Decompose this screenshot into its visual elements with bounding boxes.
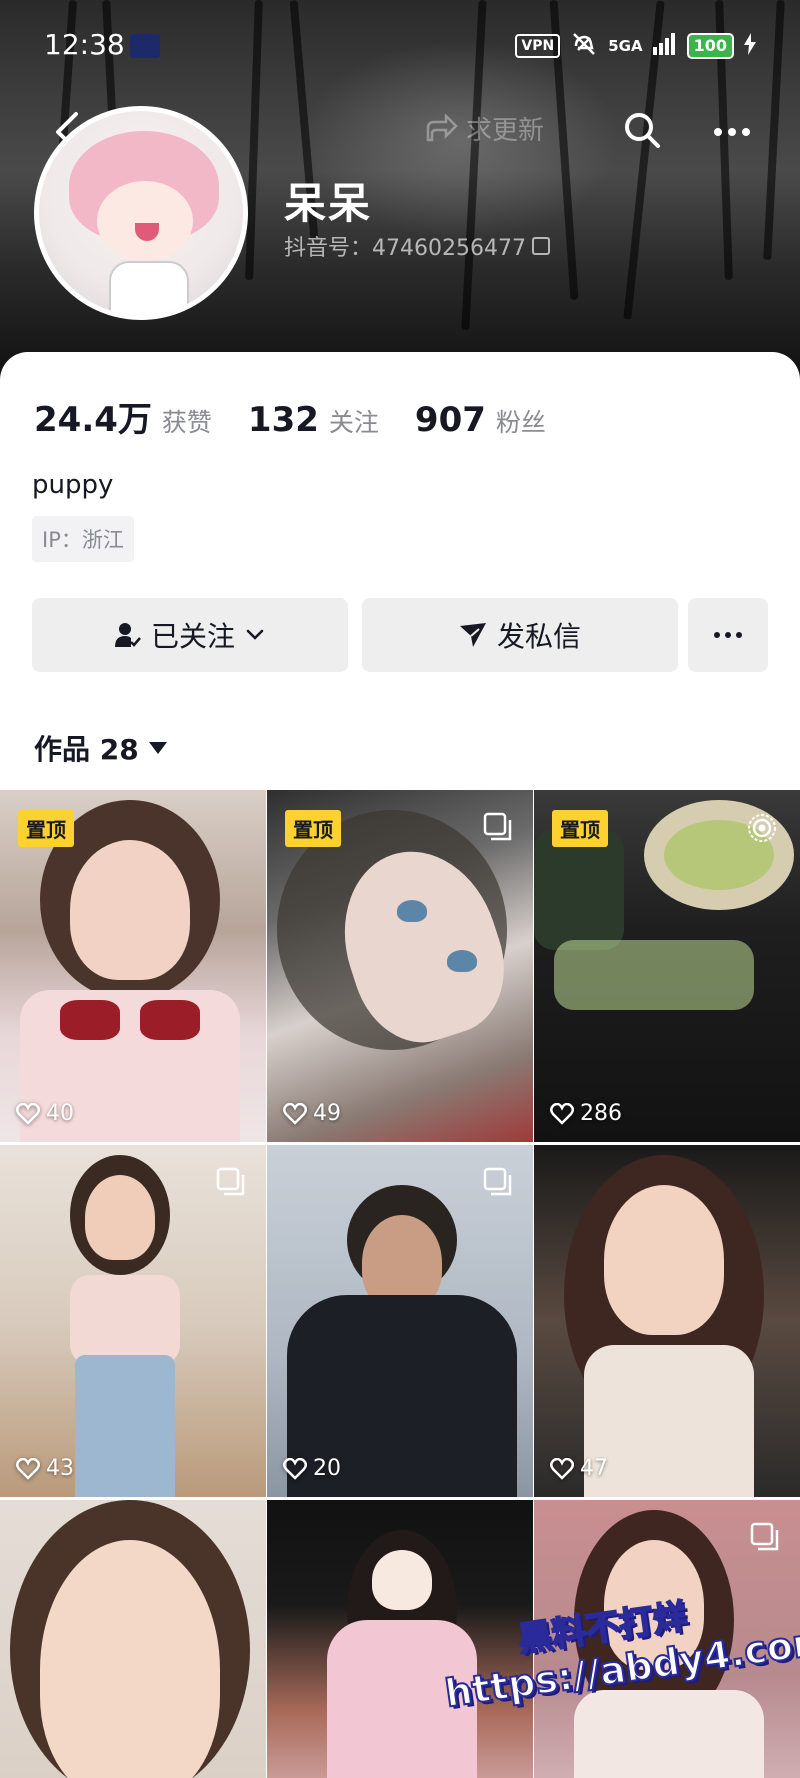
share-icon xyxy=(426,113,458,141)
live-photo-icon xyxy=(748,814,776,842)
app-notification-icon xyxy=(130,34,160,58)
grid-item[interactable]: 43 xyxy=(0,1145,266,1497)
stat-label: 获赞 xyxy=(161,408,212,437)
profile-stats: 24.4万 获赞 132 关注 907 粉丝 xyxy=(34,392,582,441)
status-bar: 12:38 VPN 5GA 100 xyxy=(0,24,800,68)
like-count: 43 xyxy=(16,1456,74,1481)
vpn-badge: VPN xyxy=(515,34,561,58)
like-value: 40 xyxy=(46,1101,74,1126)
nickname: 呆呆 xyxy=(284,179,373,228)
network-label: 5GA xyxy=(608,37,643,55)
more-dots-icon xyxy=(714,128,750,136)
bio: puppy xyxy=(32,470,114,500)
like-count: 20 xyxy=(283,1456,341,1481)
like-value: 43 xyxy=(46,1456,74,1481)
message-label: 发私信 xyxy=(496,620,581,653)
ip-location-tag: IP：浙江 xyxy=(32,516,134,562)
like-count: 47 xyxy=(550,1456,608,1481)
user-check-icon xyxy=(114,623,141,647)
multi-image-icon xyxy=(750,1522,779,1551)
follow-button[interactable]: 已关注 xyxy=(32,598,348,672)
stat-value: 132 xyxy=(247,400,319,440)
like-value: 286 xyxy=(580,1101,622,1126)
like-count: 49 xyxy=(283,1101,341,1126)
heart-icon xyxy=(550,1102,574,1125)
grid-item[interactable]: 置顶 40 xyxy=(0,790,266,1142)
search-icon xyxy=(625,113,660,148)
pinned-badge: 置顶 xyxy=(552,810,608,847)
stat-value: 24.4万 xyxy=(34,400,152,440)
grid-item[interactable]: 置顶 49 xyxy=(267,790,533,1142)
battery-indicator: 100 xyxy=(686,33,734,59)
more-dots-icon xyxy=(714,632,742,638)
douyin-id-text: 抖音号：47460256477 xyxy=(284,236,526,261)
works-label: 作品 28 xyxy=(34,733,139,766)
triangle-down-icon xyxy=(148,742,167,754)
mute-icon xyxy=(570,32,598,60)
avatar[interactable] xyxy=(34,106,248,320)
stat-value: 907 xyxy=(414,400,486,440)
grid-item[interactable]: 47 xyxy=(534,1145,800,1497)
multi-image-icon xyxy=(483,812,512,841)
grid-item[interactable]: 置顶 286 xyxy=(534,790,800,1142)
like-count: 40 xyxy=(16,1101,74,1126)
like-count: 286 xyxy=(550,1101,622,1126)
search-button[interactable] xyxy=(620,108,664,152)
status-time: 12:38 xyxy=(44,28,125,61)
stat-followers[interactable]: 907 粉丝 xyxy=(415,400,546,440)
grid-item[interactable]: 20 xyxy=(267,1145,533,1497)
heart-icon xyxy=(16,1102,40,1125)
heart-icon xyxy=(283,1457,307,1480)
more-actions-button[interactable] xyxy=(688,598,768,672)
stat-likes: 24.4万 获赞 xyxy=(34,392,212,441)
multi-image-icon xyxy=(483,1167,512,1196)
message-button[interactable]: 发私信 xyxy=(362,598,678,672)
stat-label: 关注 xyxy=(328,408,379,437)
stat-following[interactable]: 132 关注 xyxy=(248,400,379,440)
douyin-id[interactable]: 抖音号：47460256477 xyxy=(284,230,550,262)
send-icon xyxy=(459,623,486,647)
pinned-badge: 置顶 xyxy=(285,810,341,847)
heart-icon xyxy=(283,1102,307,1125)
like-value: 49 xyxy=(313,1101,341,1126)
more-options-button[interactable] xyxy=(708,112,756,152)
like-value: 47 xyxy=(580,1456,608,1481)
like-value: 20 xyxy=(313,1456,341,1481)
charging-icon xyxy=(744,33,756,59)
multi-image-icon xyxy=(216,1167,245,1196)
update-tip-label: 求更新 xyxy=(466,116,545,146)
heart-icon xyxy=(16,1457,40,1480)
heart-icon xyxy=(550,1457,574,1480)
signal-icon xyxy=(652,33,677,59)
update-request-button[interactable]: 求更新 xyxy=(424,110,544,147)
pinned-badge: 置顶 xyxy=(18,810,74,847)
works-tab[interactable]: 作品 28 xyxy=(34,728,167,768)
follow-label: 已关注 xyxy=(150,620,235,653)
chevron-down-icon xyxy=(246,629,264,640)
copy-icon[interactable] xyxy=(531,237,550,255)
stat-label: 粉丝 xyxy=(495,408,546,437)
action-row: 已关注 发私信 xyxy=(32,598,768,672)
grid-item[interactable] xyxy=(0,1500,266,1778)
